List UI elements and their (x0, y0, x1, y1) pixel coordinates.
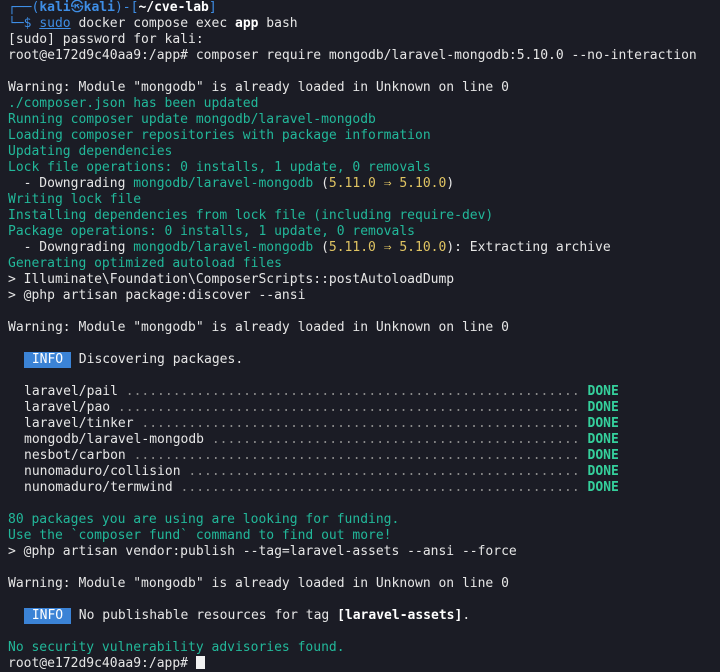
shell-prompt: root@e172d9c40aa9:/app# (8, 656, 196, 671)
downgrade-paren: ( (313, 176, 329, 191)
package-name: nunomaduro/termwind (24, 480, 173, 495)
warning-line: Warning: Module "mongodb" is already loa… (8, 576, 509, 591)
package-row: laravel/tinker .........................… (8, 416, 720, 432)
package-status: DONE (587, 384, 619, 399)
prompt-bracket-end: ] (208, 0, 217, 15)
output-line: Writing lock file (8, 192, 142, 207)
package-row: mongodb/laravel-mongodb ................… (8, 432, 720, 448)
package-status: DONE (587, 448, 619, 463)
info-badge: INFO (24, 352, 71, 368)
shell-prompt-line[interactable]: root@e172d9c40aa9:/app# (8, 656, 720, 672)
package-status: DONE (587, 432, 619, 447)
prompt-command-line: └─$ sudo docker compose exec app bash (8, 16, 720, 32)
output-line: Updating dependencies (8, 144, 173, 159)
package-dots: ........................................… (204, 432, 580, 447)
prompt-separator: )-[ (114, 0, 139, 15)
package-row: nunomaduro/collision ...................… (8, 464, 720, 480)
package-status: DONE (587, 480, 619, 495)
info-text: Discovering packages. (70, 352, 244, 367)
cmd-part: bash (258, 16, 298, 31)
downgrade-package: mongodb/laravel-mongodb (133, 240, 314, 255)
skull-icon: ㉿ (70, 0, 84, 15)
script-line: > Illuminate\Foundation\ComposerScripts:… (8, 272, 455, 287)
cmd-app: app (235, 16, 259, 31)
composer-require-command: root@e172d9c40aa9:/app# composer require… (8, 48, 697, 63)
cmd-part: docker compose exec (70, 16, 235, 31)
package-row: laravel/pao ............................… (8, 400, 720, 416)
output-line: Package operations: 0 installs, 1 update… (8, 224, 415, 239)
prompt-box-bottom: └─$ (8, 16, 40, 31)
output-line: Loading composer repositories with packa… (8, 128, 431, 143)
output-line: No security vulnerability advisories fou… (8, 640, 345, 655)
info-text: No publishable resources for tag (70, 608, 338, 623)
info-badge: INFO (24, 608, 71, 624)
package-row: nunomaduro/termwind ....................… (8, 480, 720, 496)
prompt-cwd: ~/cve-lab (138, 0, 209, 15)
script-line: > @php artisan package:discover --ansi (8, 288, 306, 303)
downgrade-line: - Downgrading mongodb/laravel-mongodb (5… (8, 240, 720, 256)
terminal-window[interactable]: ┌──(kali㉿kali)-[~/cve-lab] └─$ sudo dock… (0, 0, 720, 672)
downgrade-prefix: - Downgrading (8, 240, 134, 255)
sudo-password-line: [sudo] password for kali: (8, 32, 204, 47)
downgrade-suffix: ): Extracting archive (446, 240, 611, 255)
package-name: nunomaduro/collision (24, 464, 181, 479)
warning-line: Warning: Module "mongodb" is already loa… (8, 80, 509, 95)
package-row: nesbot/carbon ..........................… (8, 448, 720, 464)
package-status: DONE (587, 464, 619, 479)
package-dots: ........................................… (180, 464, 580, 479)
package-name: nesbot/carbon (24, 448, 126, 463)
script-line: > @php artisan vendor:publish --tag=lara… (8, 544, 517, 559)
package-dots: ........................................… (133, 416, 580, 431)
cursor[interactable] (195, 656, 205, 669)
prompt-host: kali (83, 0, 115, 15)
package-dots: ........................................… (172, 480, 580, 495)
output-line: ./composer.json has been updated (8, 96, 259, 111)
output-line: Generating optimized autoload files (8, 256, 282, 271)
package-name: laravel/tinker (24, 416, 134, 431)
package-name: mongodb/laravel-mongodb (24, 432, 205, 447)
info-line: INFO Discovering packages. (8, 352, 720, 368)
info-line: INFO No publishable resources for tag [l… (8, 608, 720, 624)
warning-line: Warning: Module "mongodb" is already loa… (8, 320, 509, 335)
package-status: DONE (587, 416, 619, 431)
funding-line: Use the `composer fund` command to find … (8, 528, 392, 543)
prompt-header: ┌──(kali㉿kali)-[~/cve-lab] (8, 0, 720, 16)
downgrade-prefix: - Downgrading (8, 176, 134, 191)
package-status: DONE (587, 400, 619, 415)
package-dots: ........................................… (110, 400, 580, 415)
package-row: laravel/pail ...........................… (8, 384, 720, 400)
cmd-sudo: sudo (39, 16, 71, 31)
output-line: Running composer update mongodb/laravel-… (8, 112, 376, 127)
package-name: laravel/pail (24, 384, 118, 399)
funding-line: 80 packages you are using are looking fo… (8, 512, 400, 527)
output-line: Lock file operations: 0 installs, 1 upda… (8, 160, 431, 175)
package-name: laravel/pao (24, 400, 111, 415)
info-text: . (462, 608, 471, 623)
info-tag: [laravel-assets] (337, 608, 463, 623)
package-dots: ........................................… (125, 448, 580, 463)
downgrade-version: 5.11.0 ⇒ 5.10.0 (328, 240, 447, 255)
downgrade-line: - Downgrading mongodb/laravel-mongodb (5… (8, 176, 720, 192)
prompt-box-top: ┌──( (8, 0, 40, 15)
output-line: Installing dependencies from lock file (… (8, 208, 494, 223)
downgrade-paren: ) (446, 176, 455, 191)
downgrade-version: 5.11.0 ⇒ 5.10.0 (328, 176, 447, 191)
downgrade-paren: ( (313, 240, 329, 255)
prompt-user: kali (39, 0, 71, 15)
downgrade-package: mongodb/laravel-mongodb (133, 176, 314, 191)
package-dots: ........................................… (117, 384, 580, 399)
package-list: laravel/pail ...........................… (8, 384, 720, 496)
